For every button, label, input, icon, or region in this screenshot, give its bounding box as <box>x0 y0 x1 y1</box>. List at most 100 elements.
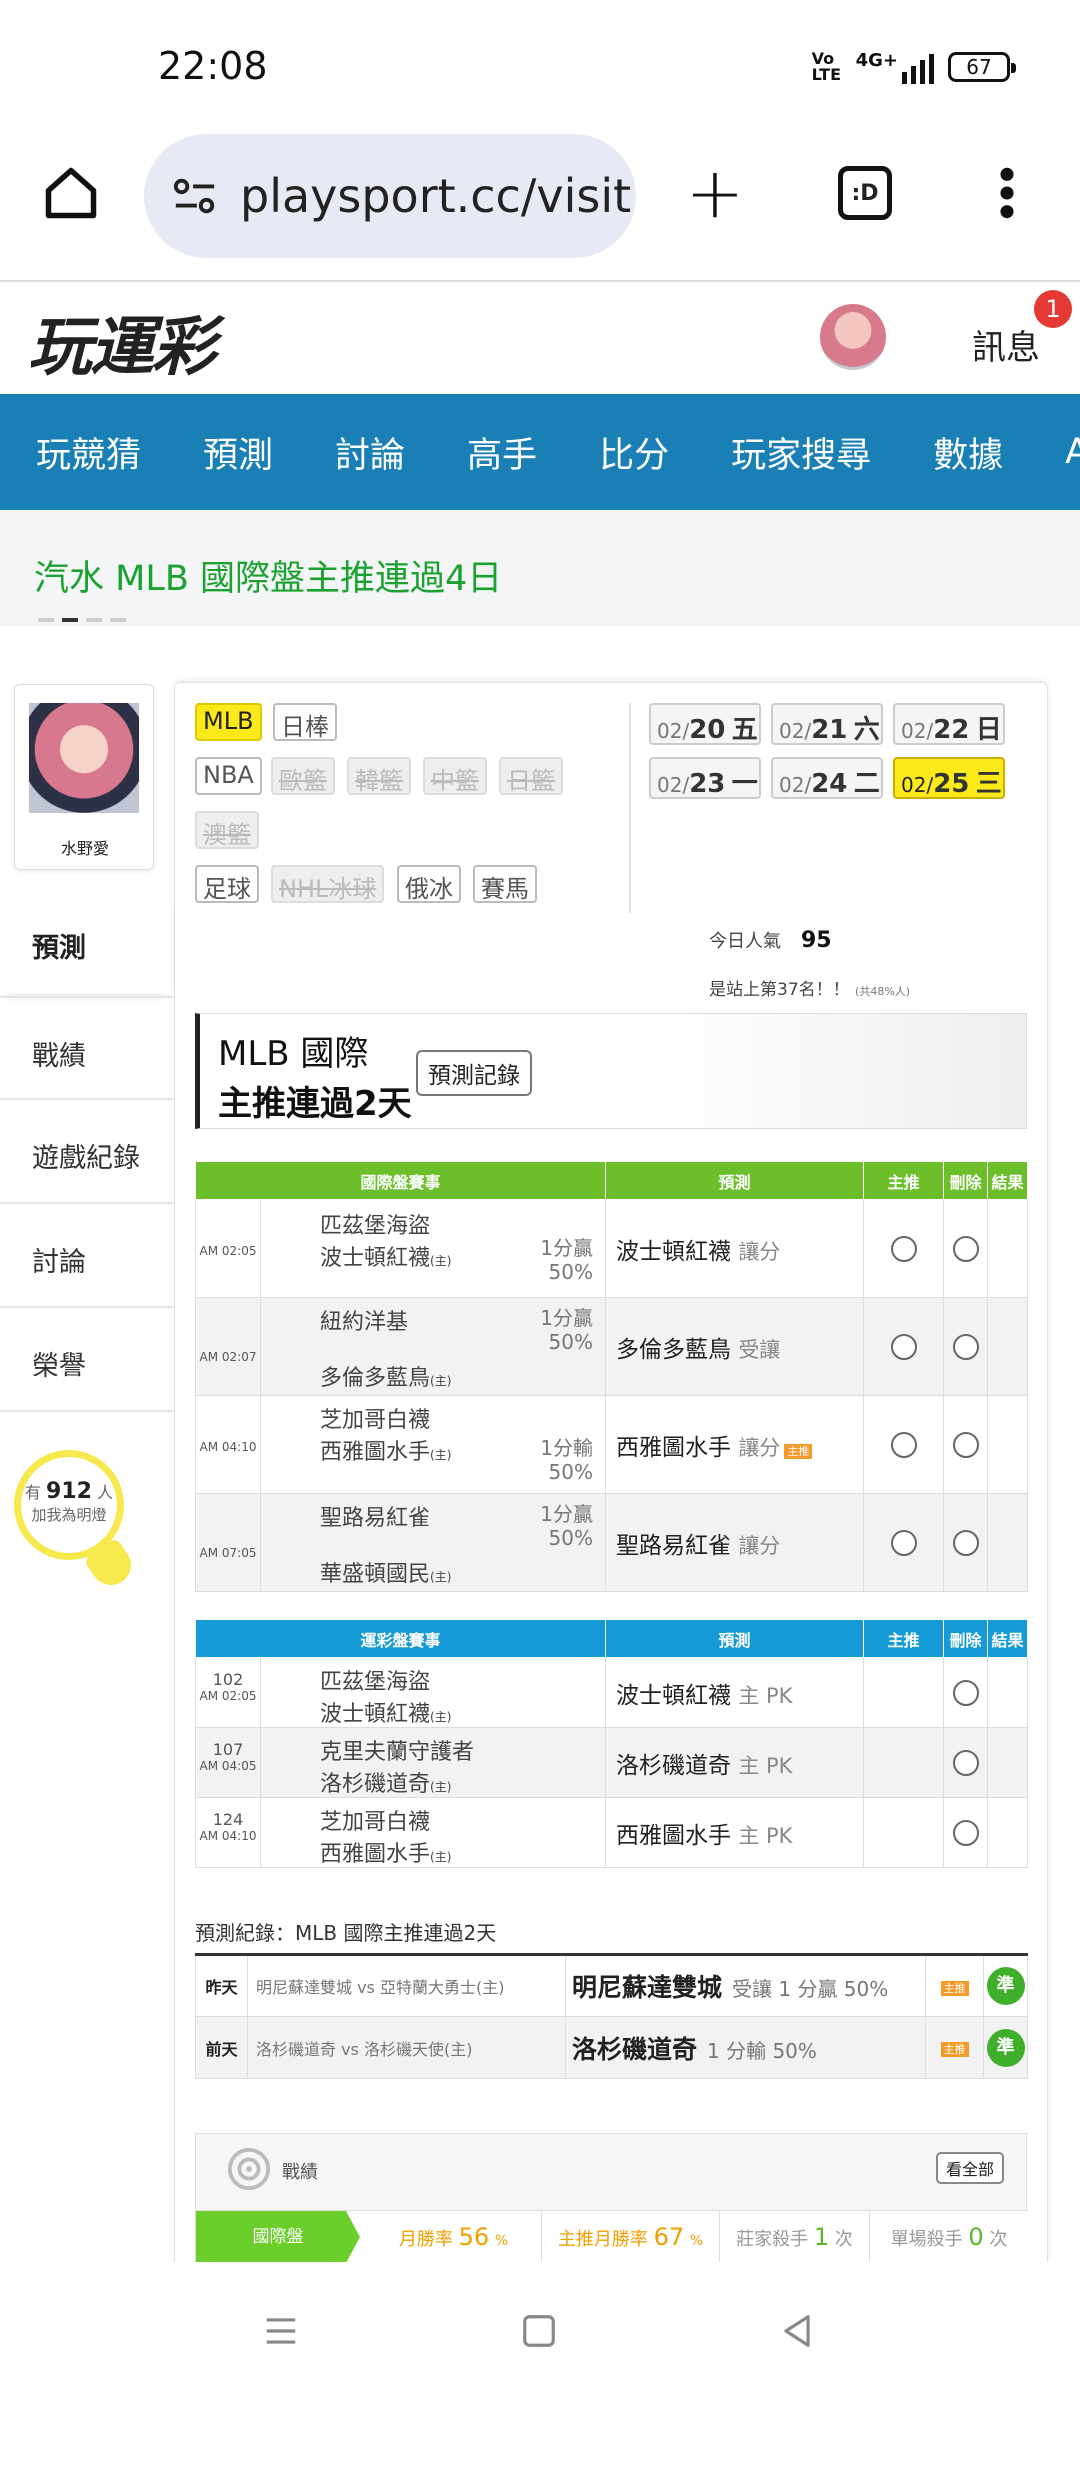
prediction-record-button[interactable]: 預測記錄 <box>416 1050 532 1096</box>
table-header: 預測 <box>605 1161 864 1200</box>
main-pick-radio[interactable] <box>890 1333 917 1360</box>
streak-subtitle: 主推連過2天 <box>218 1084 412 1124</box>
stats-title: 戰績 <box>282 2162 318 2183</box>
date-tab[interactable]: 02/21 六 <box>771 703 883 745</box>
delete-radio[interactable] <box>952 1749 979 1776</box>
table-row: AM 07:05 聖路易紅雀 華盛頓國民(主) 1分贏 50% 聖路易紅雀 讓分 <box>195 1493 1028 1592</box>
league-tag[interactable]: 中籃 <box>423 757 487 795</box>
sidebar-item-honor[interactable]: 榮譽 <box>0 1308 172 1412</box>
nav-item[interactable]: 玩競猜 <box>36 427 141 478</box>
nav-item[interactable]: APP <box>1065 432 1080 472</box>
main-pick-radio[interactable] <box>890 1235 917 1262</box>
table-row: 102 AM 02:05 匹茲堡海盜 波士頓紅襪(主) 波士頓紅襪 主 PK <box>195 1657 1028 1728</box>
sidebar-item-discussion[interactable]: 討論 <box>0 1204 172 1308</box>
sidebar-item-predict[interactable]: 預測 <box>0 890 172 994</box>
main-pick-radio[interactable] <box>890 1529 917 1556</box>
prediction-panel: MLB 日棒 NBA 歐籃 韓籃 中籃 日籃 澳籃 足球 NHL冰球 俄冰 賽馬… <box>174 682 1048 2342</box>
nav-item[interactable]: 預測 <box>203 427 273 478</box>
stats-row: 國際盤 月勝率 56 % 主推月勝率 67 % 莊家殺手 1 次 單場殺手 0 … <box>196 2210 1028 2263</box>
profile-sidebar: 水野愛 預測 戰績 遊戲紀錄 討論 榮譽 有 912 人 加我為明燈 <box>0 680 172 2480</box>
league-tag[interactable]: NHL冰球 <box>271 865 385 903</box>
signal-icon: 4G+ <box>856 50 934 84</box>
nav-item[interactable]: 比分 <box>599 427 669 478</box>
table-header: 刪除 <box>943 1619 988 1658</box>
main-pick-chip: 主推 <box>940 1980 969 1996</box>
table-header: 結果 <box>987 1619 1028 1658</box>
table-row: AM 02:07 紐約洋基 多倫多藍鳥(主) 1分贏 50% 多倫多藍鳥 受讓 <box>195 1297 1028 1396</box>
tabs-icon[interactable]: :D <box>830 158 900 228</box>
delete-radio[interactable] <box>952 1333 979 1360</box>
league-tag[interactable]: 日棒 <box>273 703 337 741</box>
result-badge: 準 <box>986 1967 1025 2005</box>
league-tag[interactable]: 足球 <box>195 865 259 903</box>
record-row: 昨天 明尼蘇達雙城 vs 亞特蘭大勇士(主) 明尼蘇達雙城 受讓 1 分贏 50%… <box>195 1954 1028 2017</box>
table-row: AM 02:05 匹茲堡海盜 波士頓紅襪(主) 1分贏 50% 波士頓紅襪 讓分 <box>195 1199 1028 1298</box>
sidebar-item-record[interactable]: 戰績 <box>0 996 172 1100</box>
home-button-icon[interactable] <box>520 2312 558 2350</box>
followers-prefix: 有 <box>24 1483 41 1502</box>
browser-toolbar: playsport.cc/visit + :D <box>0 130 1080 280</box>
new-tab-icon[interactable]: + <box>680 152 750 234</box>
main-pick-radio[interactable] <box>890 1431 917 1458</box>
followers-suffix: 人 <box>97 1483 114 1502</box>
delete-radio[interactable] <box>952 1679 979 1706</box>
league-tag[interactable]: 韓籃 <box>347 757 411 795</box>
delete-radio[interactable] <box>952 1235 979 1262</box>
table-header: 運彩盤賽事 <box>195 1619 606 1658</box>
promo-banner[interactable]: 汽水 MLB 國際盤主推連過4日 <box>0 510 1080 626</box>
url-text: playsport.cc/visit <box>240 169 632 223</box>
nav-item[interactable]: 高手 <box>467 427 537 478</box>
followers-count: 912 <box>46 1479 92 1504</box>
table-header: 國際盤賽事 <box>195 1161 606 1200</box>
user-avatar[interactable] <box>820 304 886 370</box>
streak-banner: MLB 國際 主推連過2天 預測記錄 <box>195 1013 1027 1129</box>
league-tag[interactable]: 日籃 <box>499 757 563 795</box>
delete-radio[interactable] <box>952 1819 979 1846</box>
records-title: 預測紀錄：MLB 國際主推連過2天 <box>195 1921 497 1945</box>
back-icon[interactable] <box>778 2312 816 2350</box>
league-tag[interactable]: 俄冰 <box>397 865 461 903</box>
view-all-button[interactable]: 看全部 <box>935 2152 1004 2184</box>
date-tab[interactable]: 02/24 二 <box>771 757 883 799</box>
league-tag[interactable]: 澳籃 <box>195 811 259 849</box>
table-row: AM 04:10 芝加哥白襪 西雅圖水手(主) 1分輸 50% 西雅圖水手 讓分 主推 <box>195 1395 1028 1494</box>
url-bar[interactable]: playsport.cc/visit <box>144 134 636 258</box>
followers-sub: 加我為明燈 <box>31 1506 107 1524</box>
league-tag[interactable]: 歐籃 <box>271 757 335 795</box>
nav-item[interactable]: 玩家搜尋 <box>731 427 871 478</box>
site-logo[interactable]: 玩運彩 <box>28 296 216 388</box>
table-header: 結果 <box>987 1161 1028 1200</box>
home-icon[interactable] <box>36 158 106 228</box>
sidebar-item-game-log[interactable]: 遊戲紀錄 <box>0 1100 172 1204</box>
follow-lightbulb[interactable]: 有 912 人 加我為明燈 <box>14 1450 124 1560</box>
date-tab-selected[interactable]: 02/25 三 <box>893 757 1005 799</box>
nav-item[interactable]: 討論 <box>335 427 405 478</box>
stats-row-label: 國際盤 <box>196 2211 360 2263</box>
delete-radio[interactable] <box>952 1529 979 1556</box>
delete-radio[interactable] <box>952 1431 979 1458</box>
popularity-rank: 是站上第37名！！ (共48%人) <box>709 980 911 1000</box>
date-tab[interactable]: 02/22 日 <box>893 703 1005 745</box>
nav-item[interactable]: 數據 <box>933 427 1003 478</box>
records-table: 昨天 明尼蘇達雙城 vs 亞特蘭大勇士(主) 明尼蘇達雙城 受讓 1 分贏 50%… <box>195 1953 1028 2079</box>
profile-card[interactable]: 水野愛 <box>14 684 154 870</box>
date-tab[interactable]: 02/20 五 <box>649 703 761 745</box>
battery-level: 67 <box>966 55 992 79</box>
volte-icon: Vo LTE <box>811 49 841 84</box>
messages-link[interactable]: 訊息 <box>972 320 1040 369</box>
site-settings-icon[interactable] <box>172 176 218 216</box>
league-tag-mlb[interactable]: MLB <box>195 703 262 741</box>
league-tag[interactable]: 賽馬 <box>473 865 537 903</box>
result-badge: 準 <box>986 2028 1025 2067</box>
status-time: 22:08 <box>158 44 268 88</box>
profile-name: 水野愛 <box>60 839 109 858</box>
main-pick-chip: 主推 <box>940 2042 969 2057</box>
status-icons: Vo LTE 4G+ 67 <box>811 49 1016 84</box>
date-tab[interactable]: 02/23 一 <box>649 757 761 799</box>
menu-icon[interactable] <box>972 158 1042 228</box>
recents-icon[interactable] <box>262 2312 300 2350</box>
main-nav: 玩競猜 預測 討論 高手 比分 玩家搜尋 數據 APP <box>0 394 1080 510</box>
table-header: 主推 <box>863 1619 944 1658</box>
league-tag[interactable]: NBA <box>195 757 262 795</box>
record-row: 前天 洛杉磯道奇 vs 洛杉磯天使(主) 洛杉磯道奇 1 分輸 50% 主推 準 <box>195 2016 1028 2079</box>
